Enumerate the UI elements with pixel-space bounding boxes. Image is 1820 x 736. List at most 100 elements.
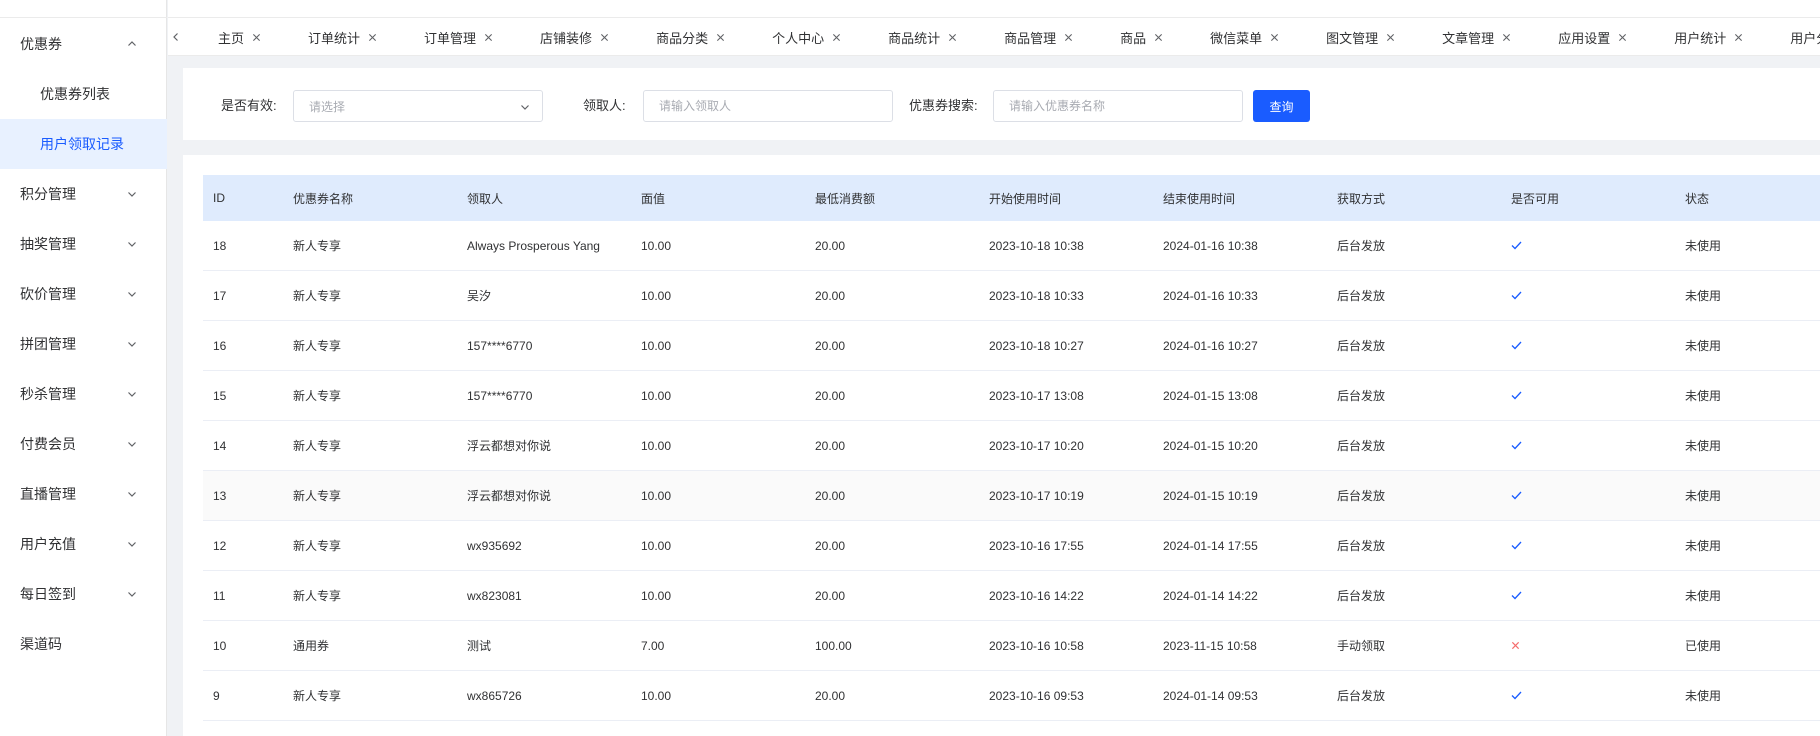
claim-records-table: ID 优惠券名称 领取人 面值 最低消费额 开始使用时间 结束使用时间 获取方式 是否可用 状态 … xyxy=(203,175,1820,721)
sidebar-item-1[interactable]: 积分管理 xyxy=(0,169,167,219)
close-icon[interactable] xyxy=(832,33,841,42)
tabs-scroll-left-button[interactable] xyxy=(168,18,184,55)
sidebar-item-coupon-list[interactable]: 优惠券列表 xyxy=(0,69,167,119)
cell-value: 10.00 xyxy=(641,238,672,253)
close-icon[interactable] xyxy=(484,33,493,42)
sidebar-item-label: 抽奖管理 xyxy=(20,236,76,252)
close-icon[interactable] xyxy=(368,33,377,42)
cell-value: 10.00 xyxy=(641,338,672,353)
tab-4[interactable]: 商品分类 xyxy=(622,18,738,55)
close-icon[interactable] xyxy=(716,33,725,42)
close-icon[interactable] xyxy=(1270,33,1279,42)
sidebar-item-user-claim-records[interactable]: 用户领取记录 xyxy=(0,119,167,169)
cell-id: 12 xyxy=(213,538,227,553)
column-header: 开始使用时间 xyxy=(989,191,1062,206)
cell-receiver: wx935692 xyxy=(467,538,522,553)
tab-2[interactable]: 订单管理 xyxy=(390,18,506,55)
chevron-down-icon xyxy=(128,192,136,197)
tab-1[interactable]: 订单统计 xyxy=(274,18,390,55)
tab-13[interactable]: 用户统计 xyxy=(1640,18,1756,55)
tab-label: 图文管理 xyxy=(1326,30,1379,46)
close-icon[interactable] xyxy=(1154,33,1163,42)
tab-label: 商品统计 xyxy=(888,30,941,46)
coupon-search-input[interactable] xyxy=(993,90,1243,122)
sidebar-item-3[interactable]: 砍价管理 xyxy=(0,269,167,319)
cell-min: 20.00 xyxy=(815,438,846,453)
cell-end: 2024-01-15 10:19 xyxy=(1163,488,1258,503)
tab-8[interactable]: 商品 xyxy=(1086,18,1176,55)
check-icon xyxy=(1511,371,1522,420)
cell-id: 9 xyxy=(213,688,220,703)
sidebar-item-label: 付费会员 xyxy=(20,436,76,452)
cell-method: 手动领取 xyxy=(1337,639,1386,653)
cell-min: 20.00 xyxy=(815,488,846,503)
chevron-down-icon xyxy=(128,292,136,297)
sidebar-item-label: 拼团管理 xyxy=(20,336,76,352)
sidebar-item-2[interactable]: 抽奖管理 xyxy=(0,219,167,269)
close-icon[interactable] xyxy=(1734,33,1743,42)
chevron-down-icon xyxy=(128,242,136,247)
top-bar xyxy=(168,0,1820,18)
cross-icon xyxy=(1511,621,1520,670)
tab-label: 商品管理 xyxy=(1004,30,1057,46)
tab-5[interactable]: 个人中心 xyxy=(738,18,854,55)
cell-start: 2023-10-18 10:38 xyxy=(989,238,1084,253)
tab-list: 主页 订单统计 订单管理 店铺装修 商品分类 个人中心 商品统计 商品管理 商品 微信菜单 图文管理… xyxy=(184,18,1820,55)
cell-value: 10.00 xyxy=(641,538,672,553)
tab-10[interactable]: 图文管理 xyxy=(1292,18,1408,55)
sidebar-item-8[interactable]: 用户充值 xyxy=(0,519,167,569)
close-icon[interactable] xyxy=(1386,33,1395,42)
check-icon xyxy=(1511,671,1522,720)
tab-11[interactable]: 文章管理 xyxy=(1408,18,1524,55)
sidebar-item-channel-code[interactable]: 渠道码 xyxy=(0,619,167,669)
column-header: 面值 xyxy=(641,191,666,206)
sidebar-item-4[interactable]: 拼团管理 xyxy=(0,319,167,369)
cell-name: 通用券 xyxy=(293,639,330,653)
tab-label: 商品 xyxy=(1120,30,1147,46)
table-row: 17 新人专享 吴汐 10.00 20.00 2023-10-18 10:33 2024-0… xyxy=(203,271,1820,321)
tab-3[interactable]: 店铺装修 xyxy=(506,18,622,55)
chevron-down-icon xyxy=(521,105,529,110)
tab-9[interactable]: 微信菜单 xyxy=(1176,18,1292,55)
search-button[interactable]: 查询 xyxy=(1253,90,1310,122)
cell-id: 13 xyxy=(213,488,227,503)
cell-method: 后台发放 xyxy=(1337,539,1386,553)
cell-receiver: Always Prosperous Yang xyxy=(467,238,600,253)
sidebar: 优惠券 优惠券列表 用户领取记录 积分管理抽奖管理砍价管理拼团管理秒杀管理付费会… xyxy=(0,0,167,736)
tab-label: 文章管理 xyxy=(1442,30,1495,46)
chevron-left-icon xyxy=(173,33,178,41)
sidebar-item-5[interactable]: 秒杀管理 xyxy=(0,369,167,419)
receiver-input[interactable] xyxy=(643,90,893,122)
close-icon[interactable] xyxy=(1502,33,1511,42)
check-icon xyxy=(1511,471,1522,520)
close-icon[interactable] xyxy=(948,33,957,42)
tab-0[interactable]: 主页 xyxy=(184,18,274,55)
sidebar-item-coupon[interactable]: 优惠券 xyxy=(0,19,167,69)
valid-select[interactable]: 请选择 xyxy=(293,90,543,122)
close-icon[interactable] xyxy=(252,33,261,42)
receiver-label: 领取人: xyxy=(583,97,626,113)
cell-receiver: 157****6770 xyxy=(467,388,533,403)
chevron-down-icon xyxy=(128,342,136,347)
close-icon[interactable] xyxy=(1618,33,1627,42)
tab-label: 订单统计 xyxy=(308,30,361,46)
cell-method: 后台发放 xyxy=(1337,389,1386,403)
cell-end: 2024-01-14 17:55 xyxy=(1163,538,1258,553)
sidebar-item-6[interactable]: 付费会员 xyxy=(0,419,167,469)
tab-7[interactable]: 商品管理 xyxy=(970,18,1086,55)
tab-12[interactable]: 应用设置 xyxy=(1524,18,1640,55)
sidebar-item-label: 砍价管理 xyxy=(20,286,76,302)
cell-receiver: 浮云都想对你说 xyxy=(467,439,552,453)
close-icon[interactable] xyxy=(600,33,609,42)
tab-14[interactable]: 用户分组 xyxy=(1756,18,1820,55)
cell-name: 新人专享 xyxy=(293,239,342,253)
tab-label: 主页 xyxy=(218,30,245,46)
sidebar-item-9[interactable]: 每日签到 xyxy=(0,569,167,619)
table-row: 11 新人专享 wx823081 10.00 20.00 2023-10-16 14:22… xyxy=(203,571,1820,621)
cell-status: 未使用 xyxy=(1685,389,1722,403)
close-icon[interactable] xyxy=(1064,33,1073,42)
tab-6[interactable]: 商品统计 xyxy=(854,18,970,55)
cell-method: 后台发放 xyxy=(1337,289,1386,303)
cell-name: 新人专享 xyxy=(293,539,342,553)
sidebar-item-7[interactable]: 直播管理 xyxy=(0,469,167,519)
